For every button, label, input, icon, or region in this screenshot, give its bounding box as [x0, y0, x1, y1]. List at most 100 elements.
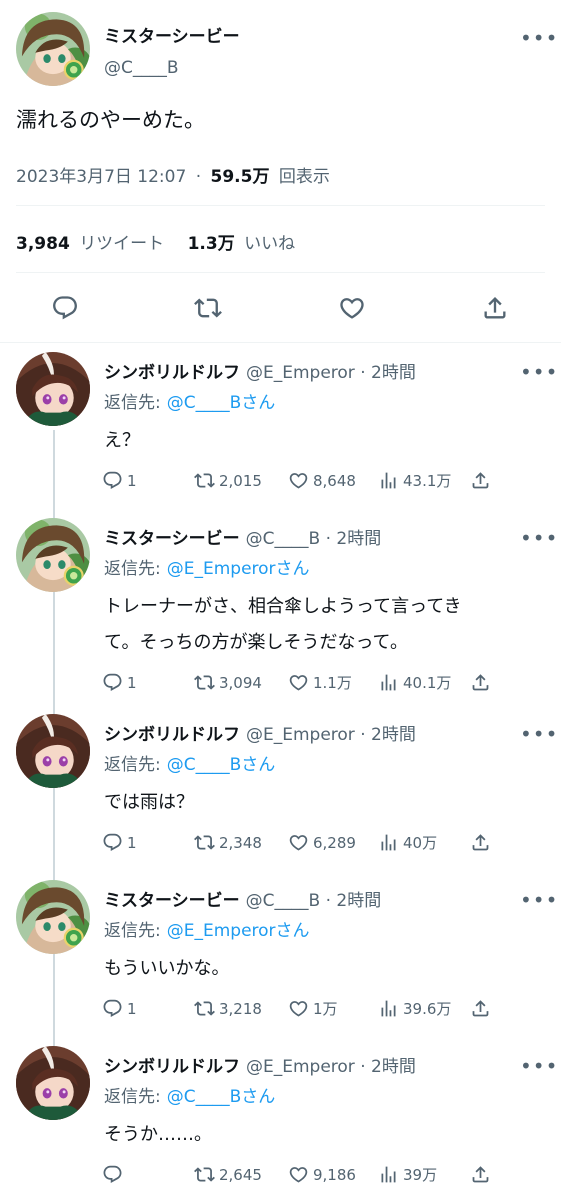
views-count-button[interactable]: 40.1万 — [378, 672, 451, 693]
reply-count-button[interactable]: 1 — [102, 470, 137, 491]
like-count-button[interactable]: 9,186 — [288, 1164, 356, 1185]
retweet-icon — [194, 672, 215, 693]
reply-to-label: 返信先: — [104, 921, 161, 941]
like-button[interactable] — [338, 294, 366, 322]
reply-author-avatar[interactable] — [16, 714, 90, 788]
reply-header: シンボリルドルフ @E_Emperor · 2時間 — [104, 1052, 416, 1077]
share-button[interactable] — [470, 998, 495, 1019]
more-icon[interactable]: ••• — [520, 724, 558, 744]
views-count-button[interactable]: 43.1万 — [378, 470, 451, 491]
retweet-count-button[interactable]: 3,094 — [194, 672, 262, 693]
retweet-icon — [194, 294, 222, 322]
reply-author-avatar[interactable] — [16, 518, 90, 592]
more-icon[interactable]: ••• — [520, 890, 558, 910]
reply-count-button[interactable] — [102, 1164, 127, 1185]
like-icon — [288, 470, 309, 491]
reply-to-mention[interactable]: @C____Bさん — [167, 1087, 276, 1107]
reply-to-line: 返信先: @E_Emperorさん — [104, 916, 310, 941]
reply-to-label: 返信先: — [104, 755, 161, 775]
reply-meta: @C____B · 2時間 — [245, 891, 382, 911]
reply-to-line: 返信先: @E_Emperorさん — [104, 554, 310, 579]
retweet-count: 2,645 — [219, 1165, 262, 1184]
reply-header: ミスターシービー @C____B · 2時間 — [104, 886, 381, 911]
likes-label: いいね — [244, 234, 296, 254]
reply-meta: @E_Emperor · 2時間 — [246, 363, 416, 383]
meta-separator: · — [195, 167, 202, 187]
like-count: 1万 — [313, 1000, 338, 1018]
retweet-count-button[interactable]: 3,218 — [194, 998, 262, 1019]
share-icon — [470, 672, 491, 693]
like-count: 6,289 — [313, 833, 356, 852]
reply-to-mention[interactable]: @C____Bさん — [167, 755, 276, 775]
reply-header: シンボリルドルフ @E_Emperor · 2時間 — [104, 720, 416, 745]
like-count-button[interactable]: 8,648 — [288, 470, 356, 491]
views-count-button[interactable]: 39万 — [378, 1164, 437, 1185]
views-icon — [378, 1164, 399, 1185]
retweet-count: 2,348 — [219, 833, 262, 852]
like-count-button[interactable]: 1万 — [288, 998, 338, 1019]
reply-header: ミスターシービー @C____B · 2時間 — [104, 524, 381, 549]
main-author-name[interactable]: ミスターシービー — [104, 22, 240, 47]
divider — [16, 205, 545, 206]
more-icon[interactable]: ••• — [520, 1056, 558, 1076]
share-button[interactable] — [470, 470, 495, 491]
views-icon — [378, 832, 399, 853]
likes-stat[interactable]: 1.3万 いいね — [188, 234, 296, 254]
share-icon — [481, 294, 509, 322]
reply-author-name[interactable]: シンボリルドルフ — [104, 725, 240, 745]
reply-to-label: 返信先: — [104, 559, 161, 579]
like-count: 8,648 — [313, 471, 356, 490]
reply-text-line: もういいかな。 — [104, 958, 230, 979]
retweets-label: リツイート — [79, 234, 165, 254]
views-count-button[interactable]: 39.6万 — [378, 998, 451, 1019]
main-author-handle[interactable]: @C____B — [104, 58, 179, 78]
reply-icon — [102, 832, 123, 853]
more-icon[interactable]: ••• — [520, 362, 558, 382]
reply-count-button[interactable]: 1 — [102, 998, 137, 1019]
reply-to-mention[interactable]: @E_Emperorさん — [167, 559, 310, 579]
reply-to-line: 返信先: @C____Bさん — [104, 750, 275, 775]
share-button[interactable] — [481, 294, 509, 322]
share-icon — [470, 470, 491, 491]
reply-author-avatar[interactable] — [16, 352, 90, 426]
reply-author-avatar[interactable] — [16, 880, 90, 954]
retweet-icon — [194, 1164, 215, 1185]
like-count-button[interactable]: 1.1万 — [288, 672, 352, 693]
retweet-count-button[interactable]: 2,348 — [194, 832, 262, 853]
reply-to-mention[interactable]: @E_Emperorさん — [167, 921, 310, 941]
more-icon[interactable]: ••• — [520, 28, 558, 48]
retweet-count: 3,094 — [219, 673, 262, 692]
reply-author-name[interactable]: シンボリルドルフ — [104, 1057, 240, 1077]
reply-author-avatar[interactable] — [16, 1046, 90, 1120]
reply-count-button[interactable]: 1 — [102, 832, 137, 853]
main-author-avatar[interactable] — [16, 12, 90, 86]
reply-to-mention[interactable]: @C____Bさん — [167, 393, 276, 413]
retweets-stat[interactable]: 3,984 リツイート — [16, 234, 170, 254]
retweet-icon — [194, 998, 215, 1019]
reply-author-name[interactable]: ミスターシービー — [104, 529, 240, 549]
more-icon[interactable]: ••• — [520, 528, 558, 548]
retweet-button[interactable] — [194, 294, 222, 322]
share-button[interactable] — [470, 832, 495, 853]
like-count: 9,186 — [313, 1165, 356, 1184]
like-icon — [338, 294, 366, 322]
views-count-button[interactable]: 40万 — [378, 832, 437, 853]
reply-author-name[interactable]: シンボリルドルフ — [104, 363, 240, 383]
reply-author-name[interactable]: ミスターシービー — [104, 891, 240, 911]
reply-button[interactable] — [51, 294, 79, 322]
views-count: 40.1万 — [403, 674, 452, 692]
reply-meta: @E_Emperor · 2時間 — [246, 1057, 416, 1077]
reply-count-button[interactable]: 1 — [102, 672, 137, 693]
share-button[interactable] — [470, 672, 495, 693]
like-icon — [288, 672, 309, 693]
divider — [16, 272, 545, 273]
retweet-count-button[interactable]: 2,645 — [194, 1164, 262, 1185]
tweet-meta-line: 2023年3月7日 12:07 · 59.5万 回表示 — [16, 162, 330, 187]
share-button[interactable] — [470, 1164, 495, 1185]
like-count-button[interactable]: 6,289 — [288, 832, 356, 853]
reply-header: シンボリルドルフ @E_Emperor · 2時間 — [104, 358, 416, 383]
retweet-count-button[interactable]: 2,015 — [194, 470, 262, 491]
tweet-timestamp[interactable]: 2023年3月7日 12:07 — [16, 167, 186, 187]
like-count: 1.1万 — [313, 674, 352, 692]
section-divider — [0, 342, 561, 343]
